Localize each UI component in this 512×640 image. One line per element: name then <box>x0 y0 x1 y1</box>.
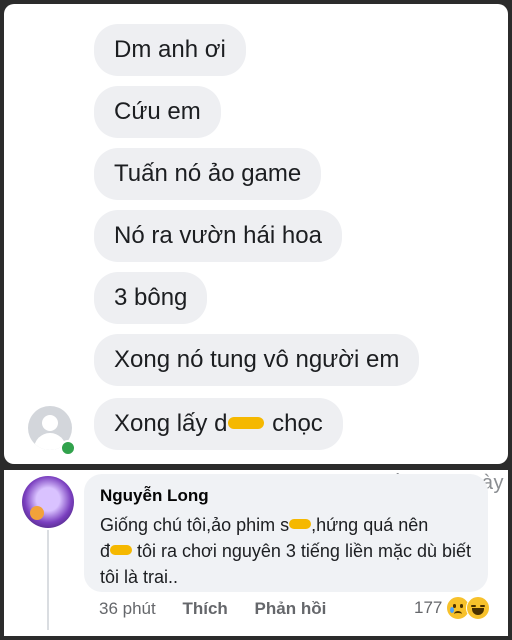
comment-bubble: Nguyễn Long Giống chú tôi,ảo phim s ,hứng… <box>84 474 488 592</box>
message-bubble[interactable]: 3 bông <box>94 272 208 324</box>
comment-author[interactable]: Nguyễn Long <box>100 486 209 506</box>
reaction-count: 177 <box>414 598 443 617</box>
censor-scribble <box>228 416 265 429</box>
censor-scribble <box>289 519 312 530</box>
comment-text-part: đ <box>100 541 111 561</box>
censor-scribble <box>110 545 133 556</box>
comment-actions: 36 phút Thích Phản hồi <box>99 599 348 619</box>
comment-panel: Chốn Lông Lày Nguyễn Long Giống chú tôi,… <box>4 470 508 636</box>
message-bubble[interactable]: Nó ra vườn hái hoa <box>94 210 342 262</box>
message-bubble[interactable]: Cứu em <box>94 86 221 138</box>
haha-icon <box>466 596 491 620</box>
comment-time[interactable]: 36 phút <box>99 599 156 618</box>
comment-text-part: tôi ra chơi nguyên 3 tiếng liền mặc dù b… <box>100 541 472 587</box>
comment-text: Giống chú tôi,ảo phim s ,hứng quá nên đ tô… <box>100 512 482 590</box>
message-bubble[interactable]: Dm anh ơi <box>94 24 246 76</box>
like-button[interactable]: Thích <box>182 599 227 618</box>
message-text-after: chọc <box>265 410 323 437</box>
avatar-glow-shape <box>30 506 44 520</box>
reactions-summary[interactable]: 177 <box>414 596 491 620</box>
commenter-avatar[interactable] <box>22 476 74 528</box>
thread-line <box>47 530 49 630</box>
online-status-icon <box>60 440 76 456</box>
avatar-head-shape <box>42 415 58 431</box>
reply-button[interactable]: Phản hồi <box>255 599 327 618</box>
chat-panel: Dm anh ơi Cứu em Tuấn nó ảo game Nó ra v… <box>4 4 508 464</box>
comment-text-part: Giống chú tôi,ảo phim s <box>100 515 290 535</box>
message-bubble-last[interactable]: Xong lấy d chọc <box>94 398 343 450</box>
message-text-before: Xong lấy d <box>114 410 228 437</box>
message-bubble[interactable]: Xong nó tung vô người em <box>94 334 420 386</box>
comment-text-part: ,hứng quá nên <box>311 515 429 535</box>
message-bubble[interactable]: Tuấn nó ảo game <box>94 148 322 200</box>
